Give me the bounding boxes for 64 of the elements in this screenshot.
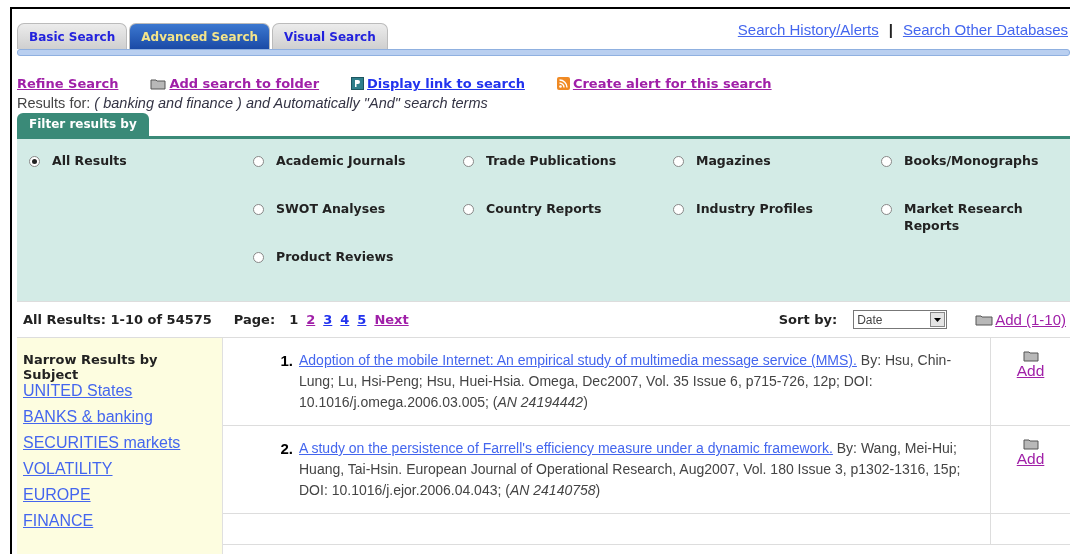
link-icon (351, 77, 365, 90)
filter-option-label: SWOT Analyses (276, 201, 386, 218)
filter-option-label: Product Reviews (276, 249, 394, 266)
other-databases-link[interactable]: Search Other Databases (902, 21, 1068, 38)
subject-link[interactable]: VOLATILITY (23, 460, 216, 478)
subject-link[interactable]: UNITED States (23, 382, 216, 400)
page-link[interactable]: 2 (306, 312, 316, 327)
radio-button[interactable] (463, 156, 474, 167)
search-tab[interactable]: Advanced Search (129, 23, 271, 49)
subject-link[interactable]: SECURITIES markets (23, 434, 216, 452)
action-link[interactable]: Add search to folder (169, 76, 320, 91)
rss-icon (556, 77, 570, 90)
result-title-link[interactable]: A study on the persistence of Farrell's efficiency measure under a dynamic framework. (299, 440, 833, 456)
radio-button[interactable] (881, 156, 892, 167)
separator: | (888, 21, 893, 38)
result-citation: A study on the persistence of Farrell's efficiency measure under a dynamic framework. By: Wang, Mei-Hui; Huang, Tai-Hsin. European Journal of Operational Research, Aug2007, Vol. 180 Issue 3, p1302-1316, 15p; DOI: 10.1016/j.ejor.2006.04.043; (AN 24140758) (299, 439, 962, 500)
radio-button[interactable] (29, 156, 40, 167)
folder-icon (150, 77, 167, 90)
radio-button[interactable] (253, 204, 264, 215)
filter-option-label: Magazines (696, 153, 771, 170)
filter-option-label: Trade Publications (486, 153, 617, 170)
filter-option-label: Books/Monographs (904, 153, 1039, 170)
search-tab[interactable]: Visual Search (272, 23, 388, 49)
action-link[interactable]: Create alert for this search (572, 76, 772, 91)
action-link[interactable]: Display link to search (367, 76, 525, 91)
filter-option-label: All Results (52, 153, 127, 170)
page-link[interactable]: 3 (323, 312, 333, 327)
radio-button[interactable] (881, 204, 892, 215)
filter-option-label: Country Reports (486, 201, 602, 218)
narrow-title: Narrow Results by Subject (23, 352, 159, 382)
radio-button[interactable] (673, 156, 684, 167)
radio-button[interactable] (253, 156, 264, 167)
add-link[interactable]: Add (1016, 450, 1045, 468)
subject-link[interactable]: EUROPE (23, 486, 216, 504)
add-link[interactable]: Add (1016, 362, 1045, 380)
page-link[interactable]: Next (374, 312, 409, 327)
page-link[interactable]: 4 (340, 312, 350, 327)
action-link[interactable]: Refine Search (17, 76, 119, 91)
folder-icon (1022, 438, 1039, 450)
radio-button[interactable] (253, 252, 264, 263)
result-citation: Adoption of the mobile Internet: An empirical study of multimedia message service (MMS). By: Hsu, Chin-Lung; Lu, Hsi-Peng; Hsu, Huei-Hsia. Omega, Dec2007, Vol. 35 Issue 6, p715-726, 12p; DOI: 10.1016/j.omega.2006.03.005; (AN 24194442) (299, 351, 953, 412)
sort-dropdown[interactable]: Date (853, 310, 948, 329)
subject-link[interactable]: FINANCE (23, 512, 216, 530)
folder-icon (1022, 350, 1039, 362)
filter-option-label: Market Research Reports (904, 201, 1024, 235)
history-link[interactable]: Search History/Alerts (737, 21, 879, 38)
result-number: 2. (279, 439, 294, 459)
result-number: 1. (279, 351, 294, 371)
sort-label: Sort by: (778, 312, 838, 327)
result-title-link[interactable]: Adoption of the mobile Internet: An empirical study of multimedia message service (MMS). (299, 352, 857, 368)
search-query: ( banking and finance ) and Automatically "And" search terms (94, 95, 488, 111)
page-label: Page: (233, 312, 276, 327)
folder-icon (975, 313, 994, 326)
page-link[interactable]: 5 (357, 312, 367, 327)
search-tab[interactable]: Basic Search (17, 23, 128, 49)
filter-option-label: Industry Profiles (696, 201, 813, 218)
current-page: 1 (289, 312, 299, 327)
results-for-label: Results for: (17, 95, 91, 111)
filter-option-label: Academic Journals (276, 153, 406, 170)
radio-button[interactable] (463, 204, 474, 215)
result-count: All Results: 1-10 of 54575 (23, 312, 212, 327)
subject-link[interactable]: BANKS & banking (23, 408, 216, 426)
radio-button[interactable] (673, 204, 684, 215)
add-all-link[interactable]: Add (1-10) (995, 311, 1066, 328)
